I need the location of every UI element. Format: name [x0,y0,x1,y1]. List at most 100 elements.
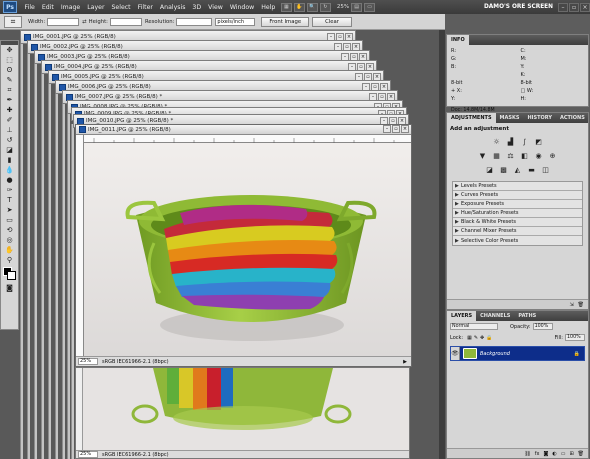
preset-hue-saturation[interactable]: ▶ Hue/Saturation Presets [453,209,582,218]
dodge-tool-icon[interactable]: ● [1,175,18,185]
healing-tool-icon[interactable]: ✚ [1,105,18,115]
doc-close-button[interactable]: × [401,125,409,133]
swap-icon[interactable]: ⇄ [82,19,86,25]
fill-field[interactable]: 100% [565,334,585,341]
3d-rotate-tool-icon[interactable]: ⟲ [1,225,18,235]
close-button[interactable]: × [580,2,590,12]
add-mask-icon[interactable]: ◙ [543,451,548,457]
minimize-button[interactable]: – [558,2,568,12]
visibility-eye-icon[interactable]: 👁 [451,347,460,360]
quick-select-tool-icon[interactable]: ✎ [1,75,18,85]
zoom-field[interactable]: 25% [78,358,98,365]
tab-masks[interactable]: MASKS [496,113,524,123]
workspace-switcher[interactable]: DAMO'S ORE SCREEN [484,4,553,10]
marquee-tool-icon[interactable]: ⬚ [1,55,18,65]
tab-paths[interactable]: PATHS [514,311,540,321]
quick-mask-icon[interactable]: ◙ [1,283,18,293]
maximize-button[interactable]: ▫ [569,2,579,12]
menu-analysis[interactable]: Analysis [156,4,189,11]
trash-icon[interactable]: 🗑 [578,451,584,457]
menu-edit[interactable]: Edit [38,4,57,11]
eraser-tool-icon[interactable]: ◪ [1,145,18,155]
hand-tool-icon[interactable]: ✋ [1,245,18,255]
doc-maximize-button[interactable]: ▫ [392,125,400,133]
zoom-tool-icon[interactable]: ⚲ [1,255,18,265]
clear-button[interactable]: Clear [312,16,352,27]
active-document-window[interactable]: IMG_0011.JPG @ 25% (RGB/8) – ▫ × 25% sRG… [75,124,412,367]
resolution-field[interactable] [176,17,213,26]
background-color-swatch[interactable] [7,271,16,280]
invert-icon[interactable]: ◪ [485,165,495,175]
menu-select[interactable]: Select [108,4,134,11]
screen-mode-icon[interactable]: ▭ [364,2,376,12]
menu-window[interactable]: Window [226,4,257,11]
tab-info[interactable]: INFO [447,35,469,45]
exposure-icon[interactable]: ◩ [534,137,544,147]
blur-tool-icon[interactable]: 💧 [1,165,18,175]
layer-row-background[interactable]: 👁 Background 🔒 [450,346,585,361]
hue-saturation-icon[interactable]: ▦ [492,151,502,161]
hand-icon[interactable]: ✋ [293,2,305,12]
adjustment-layer-icon[interactable]: ◐ [552,451,556,457]
resolution-unit-select[interactable]: pixels/inch [215,17,256,26]
layer-name[interactable]: Background [480,351,510,357]
channel-mixer-icon[interactable]: ⊕ [548,151,558,161]
new-group-icon[interactable]: ▭ [561,451,566,457]
width-field[interactable] [47,17,80,26]
lasso-tool-icon[interactable]: ʘ [1,65,18,75]
crop-tool-icon[interactable]: ⌗ [1,85,18,95]
lock-position-icon[interactable]: ✥ [480,335,484,341]
bridge-icon[interactable]: ▦ [280,2,292,12]
lock-transparency-icon[interactable]: ▦ [467,335,472,341]
vibrance-icon[interactable]: ▼ [478,151,488,161]
vertical-ruler[interactable] [76,135,84,357]
menu-layer[interactable]: Layer [84,4,108,11]
height-field[interactable] [109,17,142,26]
type-tool-icon[interactable]: T [1,195,18,205]
new-layer-icon[interactable]: ⊞ [569,451,573,457]
trash-icon[interactable]: 🗑 [578,302,584,308]
black-white-icon[interactable]: ◧ [520,151,530,161]
front-image-button[interactable]: Front Image [261,16,310,27]
background-document-canvas[interactable]: 25% sRGB IEC61966-2.1 (8bpc) [75,367,410,459]
eyedropper-tool-icon[interactable]: ✒ [1,95,18,105]
doc-minimize-button[interactable]: – [383,125,391,133]
3d-orbit-tool-icon[interactable]: ◎ [1,235,18,245]
color-swatches[interactable] [1,265,18,283]
tab-actions[interactable]: ACTIONS [556,113,589,123]
zoom-level[interactable]: 25% [337,4,349,10]
curves-icon[interactable]: ∫ [520,137,530,147]
link-layers-icon[interactable]: ⛓ [524,451,530,457]
history-brush-icon[interactable]: ↺ [1,135,18,145]
lock-pixels-icon[interactable]: ✎ [474,335,478,341]
stamp-tool-icon[interactable]: ⊥ [1,125,18,135]
path-select-tool-icon[interactable]: ➤ [1,205,18,215]
preset-channel-mixer[interactable]: ▶ Channel Mixer Presets [453,227,582,236]
gradient-tool-icon[interactable]: ▮ [1,155,18,165]
photo-filter-icon[interactable]: ◉ [534,151,544,161]
posterize-icon[interactable]: ▩ [499,165,509,175]
menu-help[interactable]: Help [258,4,279,11]
selective-color-icon[interactable]: ◫ [541,165,551,175]
levels-icon[interactable]: ▟ [506,137,516,147]
arrange-icon[interactable]: ▤ [351,2,363,12]
image-canvas[interactable] [84,143,411,357]
tab-layers[interactable]: LAYERS [447,311,477,321]
menu-view[interactable]: View [205,4,227,11]
preset-levels[interactable]: ▶ Levels Presets [453,182,582,191]
brush-tool-icon[interactable]: ✐ [1,115,18,125]
opacity-field[interactable]: 100% [532,323,553,330]
shape-tool-icon[interactable]: ▭ [1,215,18,225]
menu-3d[interactable]: 3D [189,4,205,11]
menu-image[interactable]: Image [57,4,83,11]
preset-selective-color[interactable]: ▶ Selective Color Presets [453,236,582,245]
move-tool-icon[interactable]: ✥ [1,45,18,55]
tab-channels[interactable]: CHANNELS [476,311,514,321]
threshold-icon[interactable]: ◭ [513,165,523,175]
brightness-contrast-icon[interactable]: ☼ [492,137,502,147]
zoom-field[interactable]: 25% [78,451,98,458]
tab-adjustments[interactable]: ADJUSTMENTS [447,113,496,123]
preset-exposure[interactable]: ▶ Exposure Presets [453,200,582,209]
crop-tool-preset-icon[interactable]: ⌗ [4,15,22,28]
preset-black-white[interactable]: ▶ Black & White Presets [453,218,582,227]
